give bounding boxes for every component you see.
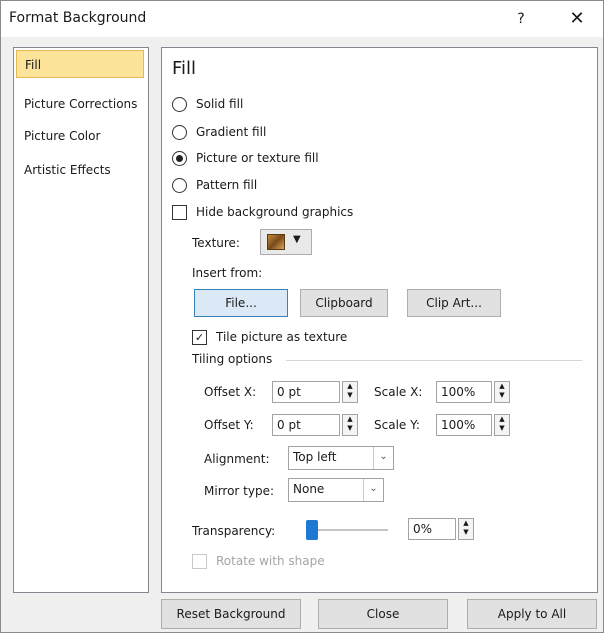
- tile-picture-checkbox[interactable]: ✓: [192, 329, 207, 345]
- transparency-spinner[interactable]: ▲ ▼: [458, 518, 474, 540]
- rotate-with-shape-label: Rotate with shape: [216, 554, 325, 568]
- scale-x-label: Scale X:: [374, 385, 423, 399]
- offset-x-input[interactable]: 0 pt: [272, 381, 340, 403]
- clip-art-button[interactable]: Clip Art...: [407, 289, 501, 317]
- transparency-input[interactable]: 0%: [408, 518, 456, 540]
- tile-picture-label: Tile picture as texture: [216, 330, 348, 344]
- insert-from-label: Insert from:: [192, 266, 263, 280]
- transparency-slider[interactable]: [306, 518, 388, 542]
- picture-texture-fill-label: Picture or texture fill: [196, 151, 319, 165]
- fill-panel: Fill Solid fill Gradient fill Picture or…: [161, 47, 598, 593]
- offset-x-label: Offset X:: [204, 385, 257, 399]
- format-background-dialog: Format Background ? ✕ Fill Picture Corre…: [0, 0, 604, 633]
- clipboard-button[interactable]: Clipboard: [300, 289, 388, 317]
- chevron-down-icon: ⌄: [373, 447, 393, 469]
- gradient-fill-label: Gradient fill: [196, 125, 267, 139]
- sidebar-item-picture-color[interactable]: Picture Color: [16, 122, 144, 150]
- rotate-with-shape-option: Rotate with shape: [192, 551, 325, 571]
- scale-y-spinner[interactable]: ▲ ▼: [494, 414, 510, 436]
- slider-thumb[interactable]: [306, 520, 318, 540]
- offset-y-input[interactable]: 0 pt: [272, 414, 340, 436]
- scale-x-spinner[interactable]: ▲ ▼: [494, 381, 510, 403]
- tiling-options-divider: [286, 360, 582, 361]
- mirror-type-value: None: [293, 482, 325, 496]
- alignment-value: Top left: [293, 450, 337, 464]
- reset-background-button[interactable]: Reset Background: [161, 599, 301, 629]
- gradient-fill-radio[interactable]: [172, 124, 187, 140]
- sidebar-item-fill[interactable]: Fill: [16, 50, 144, 78]
- title-bar: Format Background ? ✕: [1, 1, 603, 37]
- scale-y-label: Scale Y:: [374, 418, 420, 432]
- picture-texture-fill-radio[interactable]: [172, 150, 187, 166]
- pattern-fill-option[interactable]: Pattern fill: [172, 175, 257, 195]
- mirror-type-label: Mirror type:: [204, 484, 275, 498]
- pattern-fill-label: Pattern fill: [196, 178, 258, 192]
- apply-to-all-button[interactable]: Apply to All: [467, 599, 597, 629]
- rotate-with-shape-checkbox: [192, 553, 207, 569]
- hide-background-label: Hide background graphics: [196, 205, 354, 219]
- slider-track: [306, 529, 388, 531]
- scale-y-input[interactable]: 100%: [436, 414, 492, 436]
- solid-fill-radio[interactable]: [172, 96, 187, 112]
- scale-x-input[interactable]: 100%: [436, 381, 492, 403]
- dialog-title: Format Background: [9, 10, 147, 26]
- hide-background-graphics-option[interactable]: Hide background graphics: [172, 202, 353, 222]
- chevron-down-icon: ⌄: [363, 479, 383, 501]
- category-sidebar: Fill Picture Corrections Picture Color A…: [13, 47, 149, 593]
- alignment-label: Alignment:: [204, 452, 270, 466]
- solid-fill-label: Solid fill: [196, 97, 244, 111]
- texture-swatch-icon: [267, 234, 285, 250]
- sidebar-item-picture-corrections[interactable]: Picture Corrections: [16, 90, 144, 118]
- solid-fill-option[interactable]: Solid fill: [172, 94, 243, 114]
- picture-texture-fill-option[interactable]: Picture or texture fill: [172, 148, 319, 168]
- file-button[interactable]: File...: [194, 289, 288, 317]
- offset-y-spinner[interactable]: ▲ ▼: [342, 414, 358, 436]
- hide-background-checkbox[interactable]: [172, 204, 187, 220]
- sidebar-item-artistic-effects[interactable]: Artistic Effects: [16, 156, 144, 184]
- texture-picker[interactable]: ▼: [260, 229, 312, 255]
- tile-picture-option[interactable]: ✓ Tile picture as texture: [192, 327, 347, 347]
- help-button[interactable]: ?: [509, 7, 533, 31]
- texture-label: Texture:: [192, 236, 240, 250]
- offset-x-spinner[interactable]: ▲ ▼: [342, 381, 358, 403]
- close-window-button[interactable]: ✕: [563, 7, 591, 31]
- panel-heading: Fill: [172, 58, 197, 79]
- pattern-fill-radio[interactable]: [172, 177, 187, 193]
- transparency-label: Transparency:: [192, 524, 276, 538]
- close-button[interactable]: Close: [318, 599, 448, 629]
- radio-selected-dot: [176, 154, 183, 162]
- tiling-options-label: Tiling options: [192, 352, 273, 366]
- alignment-select[interactable]: Top left ⌄: [288, 446, 394, 470]
- gradient-fill-option[interactable]: Gradient fill: [172, 122, 266, 142]
- chevron-down-icon: ▼: [293, 234, 301, 245]
- mirror-type-select[interactable]: None ⌄: [288, 478, 384, 502]
- offset-y-label: Offset Y:: [204, 418, 254, 432]
